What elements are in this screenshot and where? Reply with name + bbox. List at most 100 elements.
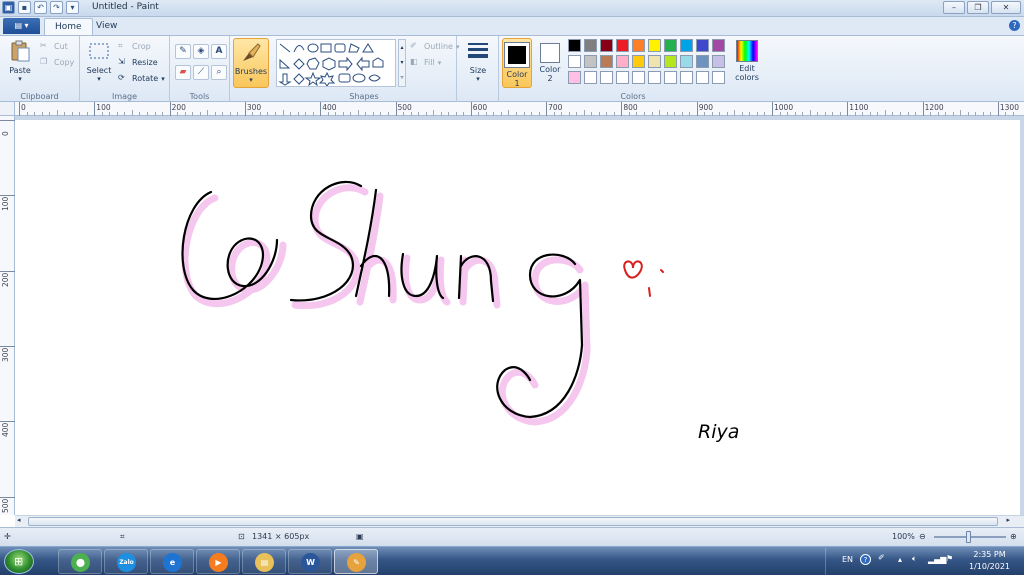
shadow-strokes — [181, 184, 591, 426]
clock-time[interactable]: 2:35 PM — [962, 550, 1017, 559]
help-tray-icon[interactable]: ? — [860, 554, 871, 565]
fill-label: Fill — [424, 58, 435, 67]
ruler-major-tick — [997, 102, 999, 116]
palette-swatch[interactable] — [664, 55, 677, 68]
edit-colors-button[interactable]: Edit colors — [731, 38, 763, 88]
tab-view[interactable]: View — [86, 18, 127, 35]
color-picker-tool[interactable]: ⟋ — [193, 65, 209, 80]
scroll-right-arrow-icon[interactable]: ▸ — [1006, 516, 1010, 524]
palette-swatch[interactable] — [616, 71, 629, 84]
text-icon: A — [215, 46, 223, 56]
start-button[interactable]: ⊞ — [4, 549, 34, 574]
palette-swatch[interactable] — [696, 71, 709, 84]
clock-date[interactable]: 1/10/2021 — [962, 562, 1017, 571]
copy-button[interactable]: ❐ Copy — [40, 57, 74, 68]
show-hidden-icons-icon[interactable]: ▴ — [898, 555, 902, 564]
palette-swatch[interactable] — [632, 71, 645, 84]
palette-swatch[interactable] — [648, 71, 661, 84]
palette-swatch[interactable] — [712, 55, 725, 68]
palette-swatch[interactable] — [600, 55, 613, 68]
taskbar-item-paint[interactable]: ✎ — [334, 549, 378, 574]
outline-button[interactable]: ✐ Outline ▾ — [400, 41, 459, 52]
magnifier-tool[interactable]: ⌕ — [211, 65, 227, 80]
zoom-slider-thumb[interactable] — [966, 531, 971, 543]
palette-swatch[interactable] — [696, 55, 709, 68]
fill-tool[interactable]: ◈ — [193, 44, 209, 59]
palette-swatch[interactable] — [680, 71, 693, 84]
rotate-button[interactable]: ⟳ Rotate ▾ — [118, 73, 165, 84]
horizontal-scrollbar[interactable]: ◂ ▸ — [15, 515, 1024, 527]
ruler-major-tick — [546, 102, 548, 116]
pen-tray-icon[interactable]: ✐ — [878, 553, 885, 562]
taskbar-item-chrome[interactable]: ⬤ — [58, 549, 102, 574]
save-icon[interactable]: ▪ — [18, 1, 31, 14]
taskbar-item-explorer[interactable]: ▤ — [242, 549, 286, 574]
palette-swatch[interactable] — [648, 55, 661, 68]
fill-bucket-icon: ◈ — [197, 46, 205, 56]
size-button[interactable]: Size ▾ — [463, 40, 493, 83]
palette-swatch[interactable] — [568, 39, 581, 52]
drawing-canvas[interactable]: Riya — [15, 120, 1020, 515]
cursor-position-icon: ✛ — [4, 532, 11, 541]
paint-menu-icon[interactable]: ▣ — [2, 1, 15, 14]
brushes-button[interactable]: Brushes ▾ — [233, 38, 269, 88]
taskbar-item-zalo[interactable]: Zalo — [104, 549, 148, 574]
palette-swatch[interactable] — [584, 39, 597, 52]
taskbar-item-word[interactable]: W — [288, 549, 332, 574]
cut-button[interactable]: ✂ Cut — [40, 41, 68, 52]
undo-icon[interactable]: ↶ — [34, 1, 47, 14]
crop-button[interactable]: ⌗ Crop — [118, 41, 151, 52]
help-icon[interactable]: ? — [1009, 20, 1020, 31]
taskbar-item-ie[interactable]: e — [150, 549, 194, 574]
volume-icon[interactable]: 🔈︎ — [912, 554, 917, 564]
text-tool[interactable]: A — [211, 44, 227, 59]
paste-button[interactable]: Paste ▾ — [6, 40, 34, 83]
minimize-button[interactable]: – — [943, 1, 965, 14]
restore-button[interactable]: ❐ — [967, 1, 989, 14]
scroll-left-arrow-icon[interactable]: ◂ — [17, 516, 21, 524]
palette-swatch[interactable] — [568, 55, 581, 68]
selection-size-icon: ⌗ — [120, 532, 125, 541]
network-signal-icon[interactable]: ▂▄▆ — [928, 555, 946, 564]
palette-swatch[interactable] — [696, 39, 709, 52]
palette-swatch[interactable] — [568, 71, 581, 84]
palette-swatch[interactable] — [664, 71, 677, 84]
scrollbar-thumb[interactable] — [28, 517, 998, 526]
palette-swatch[interactable] — [632, 55, 645, 68]
ruler-label: 1100 — [849, 103, 869, 112]
palette-swatch[interactable] — [680, 39, 693, 52]
palette-swatch[interactable] — [600, 71, 613, 84]
palette-swatch[interactable] — [648, 39, 661, 52]
word-icon: W — [301, 553, 320, 572]
palette-swatch[interactable] — [632, 39, 645, 52]
palette-swatch[interactable] — [680, 55, 693, 68]
shapes-gallery[interactable] — [276, 39, 396, 87]
palette-swatch[interactable] — [616, 39, 629, 52]
palette-swatch[interactable] — [600, 39, 613, 52]
language-indicator[interactable]: EN — [842, 555, 853, 564]
eraser-tool[interactable]: ▰ — [175, 65, 191, 80]
color2-button[interactable]: Color 2 — [535, 38, 565, 88]
close-button[interactable]: ✕ — [991, 1, 1021, 14]
palette-swatch[interactable] — [664, 39, 677, 52]
zoom-out-icon[interactable]: ⊖ — [919, 532, 926, 541]
select-button[interactable]: Select ▾ — [84, 40, 114, 83]
flag-icon[interactable]: ⚑ — [946, 554, 953, 563]
ruler-major-tick — [320, 102, 322, 116]
red-heart-doodle — [623, 260, 664, 297]
palette-swatch[interactable] — [584, 55, 597, 68]
palette-swatch[interactable] — [616, 55, 629, 68]
zoom-in-icon[interactable]: ⊕ — [1010, 532, 1017, 541]
application-menu-button[interactable]: ▤ ▾ — [3, 18, 40, 34]
taskbar-item-media[interactable]: ▶ — [196, 549, 240, 574]
fill-button[interactable]: ◧ Fill ▾ — [400, 57, 441, 68]
palette-swatch[interactable] — [712, 71, 725, 84]
redo-icon[interactable]: ↷ — [50, 1, 63, 14]
pencil-tool[interactable]: ✎ — [175, 44, 191, 59]
palette-swatch[interactable] — [712, 39, 725, 52]
customize-qat-icon[interactable]: ▾ — [66, 1, 79, 14]
color1-button[interactable]: Color 1 — [502, 38, 532, 88]
system-tray: EN ? ✐ ▴ 🔈︎ ▂▄▆ ⚑ 2:35 PM 1/10/2021 — [824, 547, 1024, 576]
palette-swatch[interactable] — [584, 71, 597, 84]
resize-button[interactable]: ⇲ Resize — [118, 57, 158, 68]
